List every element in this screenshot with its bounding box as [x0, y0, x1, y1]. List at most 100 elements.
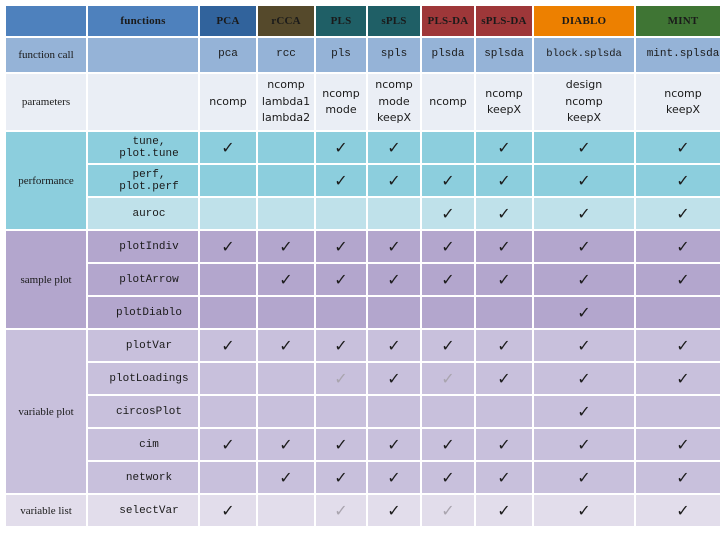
check-icon: ✓	[334, 236, 348, 256]
function-name-cell: tune, plot.tune	[88, 132, 198, 163]
function-name-cell: selectVar	[88, 495, 198, 526]
header-functions: functions	[88, 6, 198, 36]
function-name-cell: plotIndiv	[88, 231, 198, 262]
check-cim-diablo: ✓	[534, 429, 634, 460]
section-label-parameters: parameters	[6, 74, 86, 130]
check-circosplot-pls	[316, 396, 366, 427]
table-row: plotArrow ✓ ✓ ✓ ✓ ✓ ✓ ✓	[6, 264, 720, 295]
check-cim-mint: ✓	[636, 429, 720, 460]
check-circosplot-pca	[200, 396, 256, 427]
check-icon: ✓	[441, 434, 455, 454]
check-plotloadings-pls: ✓	[316, 363, 366, 394]
check-circosplot-spls-da	[476, 396, 532, 427]
check-plotindiv-rcca: ✓	[258, 231, 314, 262]
header-method-spls-da: sPLS-DA	[476, 6, 532, 36]
header-method-pls: PLS	[316, 6, 366, 36]
check-icon: ✓	[387, 137, 401, 157]
check-icon: ✓	[577, 269, 591, 289]
check-icon: ✓	[577, 137, 591, 157]
cell-function-call-pca: pca	[200, 38, 256, 72]
check-selectvar-diablo: ✓	[534, 495, 634, 526]
check-perf-plot-perf-diablo: ✓	[534, 165, 634, 196]
section-label-sample-plot: sample plot	[6, 231, 86, 328]
table-row: cim ✓ ✓ ✓ ✓ ✓ ✓ ✓ ✓	[6, 429, 720, 460]
method-function-matrix: functions PCA rCCA PLS sPLS PLS-DA sPLS-DA DIAB…	[4, 4, 720, 528]
table-header-row: functions PCA rCCA PLS sPLS PLS-DA sPLS-DA DIAB…	[6, 6, 720, 36]
check-auroc-spls-da: ✓	[476, 198, 532, 229]
check-plotloadings-spls-da: ✓	[476, 363, 532, 394]
check-plotdiablo-rcca	[258, 297, 314, 328]
check-icon: ✓	[497, 335, 511, 355]
check-icon: ✓	[497, 137, 511, 157]
check-plotvar-pls-da: ✓	[422, 330, 474, 361]
check-icon: ✓	[334, 137, 348, 157]
cell-parameters-pca: ncomp	[200, 74, 256, 130]
check-plotindiv-spls-da: ✓	[476, 231, 532, 262]
check-circosplot-rcca	[258, 396, 314, 427]
check-plotloadings-pls-da: ✓	[422, 363, 474, 394]
check-icon: ✓	[221, 335, 235, 355]
check-plotloadings-pca	[200, 363, 256, 394]
cell-parameters-pls-da: ncomp	[422, 74, 474, 130]
check-icon: ✓	[577, 500, 591, 520]
section-label-performance: performance	[6, 132, 86, 229]
table-row: function call pca rcc pls spls plsda splsda blo…	[6, 38, 720, 72]
function-name-cell	[88, 38, 198, 72]
function-name-cell: circosPlot	[88, 396, 198, 427]
check-icon: ✓	[279, 467, 293, 487]
check-auroc-spls	[368, 198, 420, 229]
check-icon: ✓	[676, 170, 690, 190]
check-icon: ✓	[387, 434, 401, 454]
check-tune-plot-tune-spls: ✓	[368, 132, 420, 163]
table-row: variable plot plotVar ✓ ✓ ✓ ✓ ✓ ✓ ✓ ✓	[6, 330, 720, 493]
check-selectvar-spls-da: ✓	[476, 495, 532, 526]
table-row: parameters ncomp ncomp lambda1 lambda2 ncomp m…	[6, 74, 720, 130]
table-row: perf, plot.perf ✓ ✓ ✓ ✓ ✓ ✓	[6, 165, 720, 196]
check-auroc-mint: ✓	[636, 198, 720, 229]
check-icon: ✓	[387, 236, 401, 256]
check-selectvar-pls: ✓	[316, 495, 366, 526]
check-plotloadings-spls: ✓	[368, 363, 420, 394]
check-auroc-pca	[200, 198, 256, 229]
function-name-cell: cim	[88, 429, 198, 460]
check-plotarrow-spls-da: ✓	[476, 264, 532, 295]
section-label-variable-list: variable list	[6, 495, 86, 526]
check-icon: ✓	[221, 500, 235, 520]
check-plotdiablo-diablo: ✓	[534, 297, 634, 328]
check-icon: ✓	[387, 335, 401, 355]
check-plotdiablo-mint	[636, 297, 720, 328]
table-row: variable list selectVar ✓ ✓ ✓ ✓ ✓ ✓ ✓	[6, 495, 720, 526]
function-name-cell: plotVar	[88, 330, 198, 361]
check-icon: ✓	[577, 368, 591, 388]
check-icon: ✓	[334, 335, 348, 355]
check-icon: ✓	[279, 335, 293, 355]
check-icon: ✓	[221, 236, 235, 256]
check-icon: ✓	[676, 368, 690, 388]
check-network-diablo: ✓	[534, 462, 634, 493]
check-plotarrow-pca	[200, 264, 256, 295]
check-icon: ✓	[676, 137, 690, 157]
check-tune-plot-tune-diablo: ✓	[534, 132, 634, 163]
check-plotvar-spls-da: ✓	[476, 330, 532, 361]
check-plotloadings-rcca	[258, 363, 314, 394]
check-plotindiv-spls: ✓	[368, 231, 420, 262]
check-tune-plot-tune-pls: ✓	[316, 132, 366, 163]
check-selectvar-mint: ✓	[636, 495, 720, 526]
check-plotvar-pls: ✓	[316, 330, 366, 361]
cell-function-call-pls-da: plsda	[422, 38, 474, 72]
check-network-rcca: ✓	[258, 462, 314, 493]
check-icon: ✓	[577, 302, 591, 322]
check-plotindiv-mint: ✓	[636, 231, 720, 262]
cell-parameters-rcca: ncomp lambda1 lambda2	[258, 74, 314, 130]
check-selectvar-pls-da: ✓	[422, 495, 474, 526]
check-plotarrow-mint: ✓	[636, 264, 720, 295]
function-name-cell	[88, 74, 198, 130]
check-perf-plot-perf-spls: ✓	[368, 165, 420, 196]
function-name-cell: plotLoadings	[88, 363, 198, 394]
check-icon: ✓	[279, 269, 293, 289]
table-row: plotLoadings ✓ ✓ ✓ ✓ ✓ ✓	[6, 363, 720, 394]
check-plotindiv-diablo: ✓	[534, 231, 634, 262]
check-icon: ✓	[676, 236, 690, 256]
check-cim-rcca: ✓	[258, 429, 314, 460]
check-auroc-diablo: ✓	[534, 198, 634, 229]
